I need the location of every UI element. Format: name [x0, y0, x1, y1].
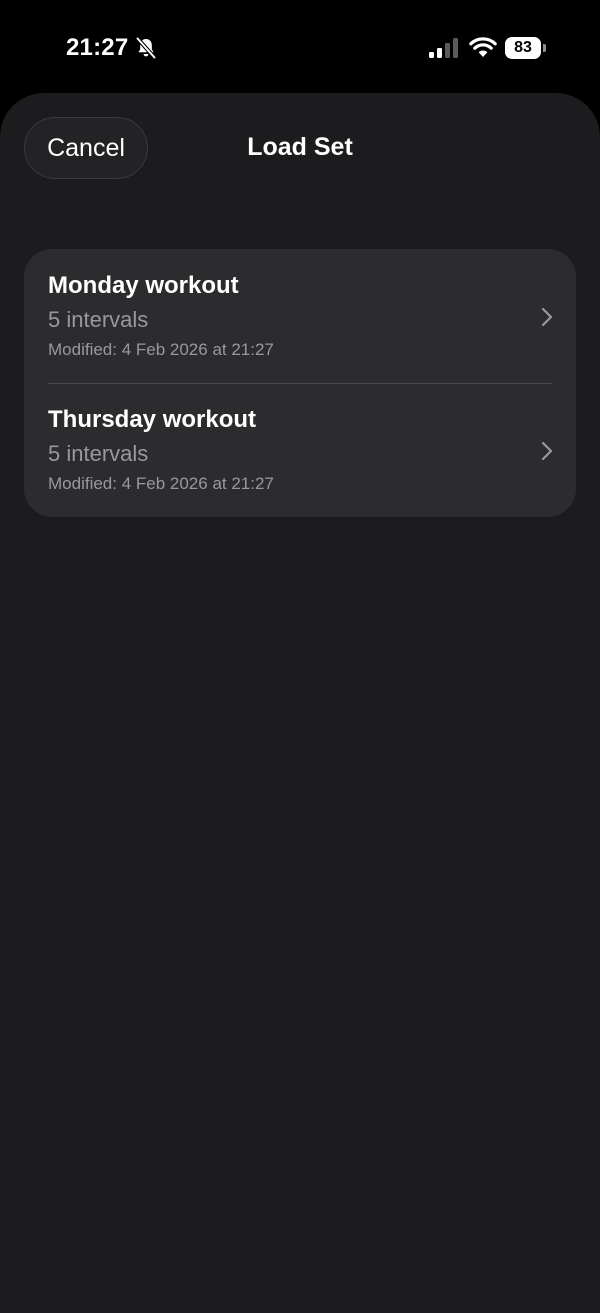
set-interval-count: 5 intervals [48, 441, 149, 466]
chevron-right-icon [541, 307, 553, 327]
set-row-thursday[interactable]: Thursday workout 5 intervals Modified: 4… [24, 383, 576, 517]
set-name: Monday workout [48, 272, 239, 299]
set-modified-date: Modified: 4 Feb 2026 at 21:27 [48, 474, 274, 493]
battery-cap [543, 44, 546, 52]
battery-body: 83 [505, 37, 541, 59]
wifi-icon [469, 37, 497, 57]
set-name: Thursday workout [48, 406, 257, 433]
saved-sets-list: Monday workout 5 intervals Modified: 4 F… [24, 249, 576, 517]
set-interval-count: 5 intervals [48, 307, 149, 332]
cellular-signal-icon [429, 38, 458, 58]
bell-slash-icon [135, 36, 157, 60]
status-bar: 21:27 83 [0, 0, 600, 92]
sheet-title: Load Set [247, 133, 353, 161]
set-row-monday[interactable]: Monday workout 5 intervals Modified: 4 F… [24, 249, 576, 383]
set-modified-date: Modified: 4 Feb 2026 at 21:27 [48, 340, 274, 359]
battery-level: 83 [514, 39, 532, 56]
load-set-sheet: Cancel Load Set Monday workout 5 interva… [0, 93, 600, 1313]
battery-icon: 83 [505, 37, 547, 59]
chevron-right-icon [541, 441, 553, 461]
status-time: 21:27 [66, 34, 129, 61]
